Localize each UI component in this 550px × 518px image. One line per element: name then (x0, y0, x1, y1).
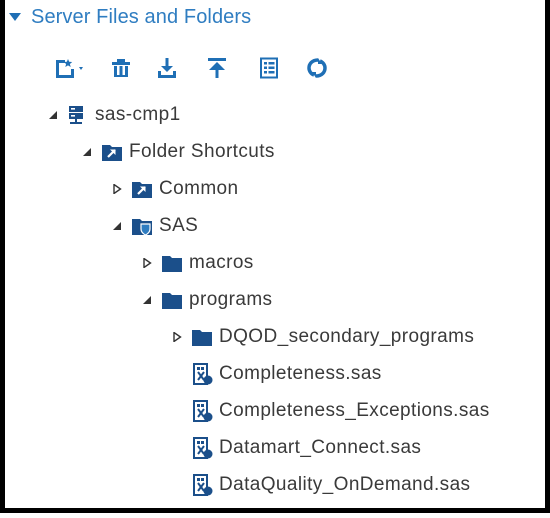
sas-folder-icon (131, 215, 153, 237)
sas-program-file-icon (191, 436, 213, 459)
expanded-triangle-icon[interactable] (141, 294, 153, 306)
sas-program-file-icon (191, 399, 213, 422)
collapsed-triangle-icon[interactable] (111, 183, 123, 195)
expanded-triangle-icon[interactable] (81, 146, 93, 158)
tree-item-completeness-sas[interactable]: Completeness.sas (171, 355, 382, 392)
panel-header[interactable]: Server Files and Folders (9, 4, 251, 30)
trash-icon (110, 57, 132, 79)
tree-item-label: Completeness.sas (219, 362, 382, 384)
tree-item-label: macros (189, 251, 254, 273)
panel-title: Server Files and Folders (31, 5, 252, 28)
upload-icon (206, 57, 228, 79)
tree-item-sas-cmp1[interactable]: sas-cmp1 (47, 96, 181, 133)
download-button[interactable] (147, 54, 187, 82)
server-files-panel: Server Files and Folders sas-cmp1 Folder… (0, 0, 550, 513)
properties-list-icon (258, 57, 280, 79)
tree-item-label: Folder Shortcuts (129, 140, 275, 162)
tree-item-folder-shortcuts[interactable]: Folder Shortcuts (81, 133, 275, 170)
shortcut-folder-icon (131, 178, 153, 200)
tree-item-dataquality-ondemand-sas[interactable]: DataQuality_OnDemand.sas (171, 466, 470, 503)
tree-item-label: programs (189, 288, 273, 310)
delete-button[interactable] (101, 54, 141, 82)
collapsed-triangle-icon[interactable] (171, 331, 183, 343)
new-file-icon (53, 57, 87, 79)
tree-item-label: DataQuality_OnDemand.sas (219, 473, 471, 495)
tree-item-sas[interactable]: SAS (111, 207, 198, 244)
expanded-triangle-icon[interactable] (111, 220, 123, 232)
properties-button[interactable] (249, 54, 289, 82)
refresh-icon (305, 57, 329, 79)
sas-program-file-icon (191, 473, 213, 496)
tree-item-dqod-secondary-programs[interactable]: DQOD_secondary_programs (171, 318, 474, 355)
toolbar (47, 52, 337, 84)
folder-icon (161, 289, 183, 311)
download-icon (156, 57, 178, 79)
server-icon (67, 104, 89, 126)
refresh-button[interactable] (297, 54, 337, 82)
tree-item-label: Datamart_Connect.sas (219, 436, 422, 458)
new-button[interactable] (47, 54, 93, 82)
tree-item-datamart-connect-sas[interactable]: Datamart_Connect.sas (171, 429, 421, 466)
sas-program-file-icon (191, 362, 213, 385)
tree-item-label: SAS (159, 214, 199, 236)
shortcut-folder-icon (101, 141, 123, 163)
expanded-triangle-icon[interactable] (47, 109, 59, 121)
tree-item-label: DQOD_secondary_programs (219, 325, 475, 347)
folder-icon (161, 252, 183, 274)
tree-item-label: Completeness_Exceptions.sas (219, 399, 490, 421)
upload-button[interactable] (197, 54, 237, 82)
caret-down-icon[interactable] (9, 13, 21, 21)
collapsed-triangle-icon[interactable] (141, 257, 153, 269)
tree-item-label: sas-cmp1 (95, 103, 181, 125)
tree-item-common[interactable]: Common (111, 170, 238, 207)
tree-item-completeness-exceptions-sas[interactable]: Completeness_Exceptions.sas (171, 392, 490, 429)
tree-item-programs[interactable]: programs (141, 281, 272, 318)
tree-item-label: Common (159, 177, 239, 199)
folder-icon (191, 326, 213, 348)
tree-item-macros[interactable]: macros (141, 244, 254, 281)
